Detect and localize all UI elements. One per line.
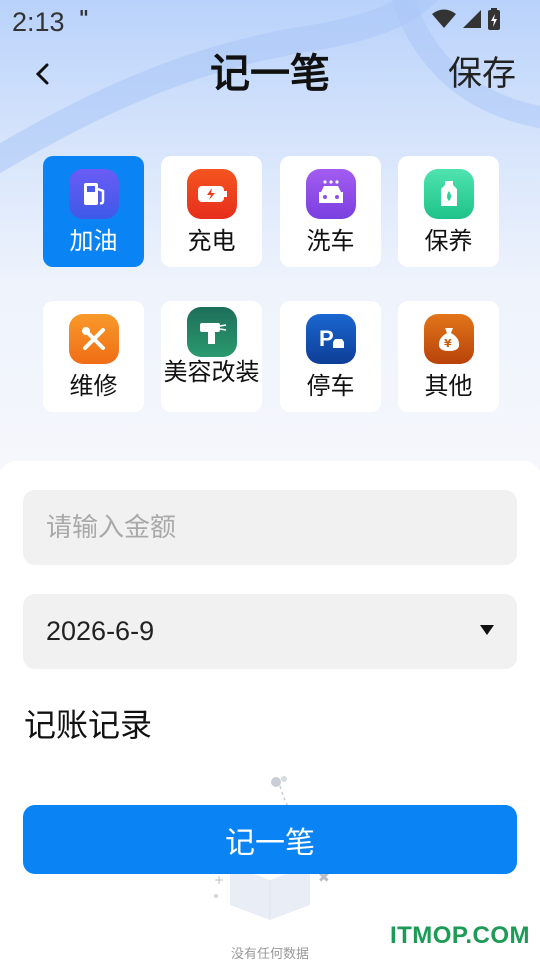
save-button[interactable]: 保存 <box>448 50 516 98</box>
parking-icon: P <box>305 314 356 364</box>
submit-record-button[interactable]: 记一笔 <box>23 805 517 874</box>
category-label: 保养 <box>424 227 473 255</box>
status-notification: " <box>78 6 89 30</box>
category-label: 维修 <box>69 372 118 400</box>
category-label: 充电 <box>187 227 236 255</box>
status-time: 2:13 <box>12 6 65 37</box>
category-label: 停车 <box>306 372 355 400</box>
status-bar: 2:13 " <box>0 0 540 44</box>
category-carwash[interactable]: 洗车 <box>280 156 381 267</box>
category-label: 洗车 <box>306 227 355 255</box>
spray-gun-icon <box>186 307 237 357</box>
oil-bottle-icon <box>423 169 474 219</box>
signal-icon <box>463 10 481 28</box>
category-fuel[interactable]: 加油 <box>43 156 144 267</box>
amount-input[interactable] <box>23 490 517 565</box>
records-title: 记账记录 <box>24 706 153 744</box>
wifi-icon <box>432 9 456 28</box>
navigation-bar: 记一笔 保存 <box>0 44 540 108</box>
tools-icon <box>68 314 119 364</box>
category-charge[interactable]: 充电 <box>161 156 262 267</box>
svg-text:P: P <box>319 326 334 351</box>
category-label: 其他 <box>424 372 473 400</box>
category-repair[interactable]: 维修 <box>43 301 144 412</box>
category-other[interactable]: ¥ 其他 <box>398 301 499 412</box>
svg-text:+: + <box>214 873 224 887</box>
svg-text:¥: ¥ <box>444 337 452 350</box>
date-select[interactable]: 2026-6-9 <box>23 594 517 669</box>
category-label: 加油 <box>69 227 118 255</box>
battery-icon <box>488 8 500 30</box>
watermark-logo: ITMOP.COM <box>389 922 530 949</box>
fuel-pump-icon <box>68 169 119 219</box>
category-maintenance[interactable]: 保养 <box>398 156 499 267</box>
category-parking[interactable]: P 停车 <box>280 301 381 412</box>
battery-charge-icon <box>186 169 237 219</box>
date-value: 2026-6-9 <box>46 616 155 646</box>
caret-down-icon <box>480 625 494 635</box>
category-label: 美容改装 <box>163 359 260 386</box>
category-modification[interactable]: 美容改装 <box>161 301 262 412</box>
money-bag-icon: ¥ <box>423 314 474 364</box>
car-wash-icon <box>305 169 356 219</box>
